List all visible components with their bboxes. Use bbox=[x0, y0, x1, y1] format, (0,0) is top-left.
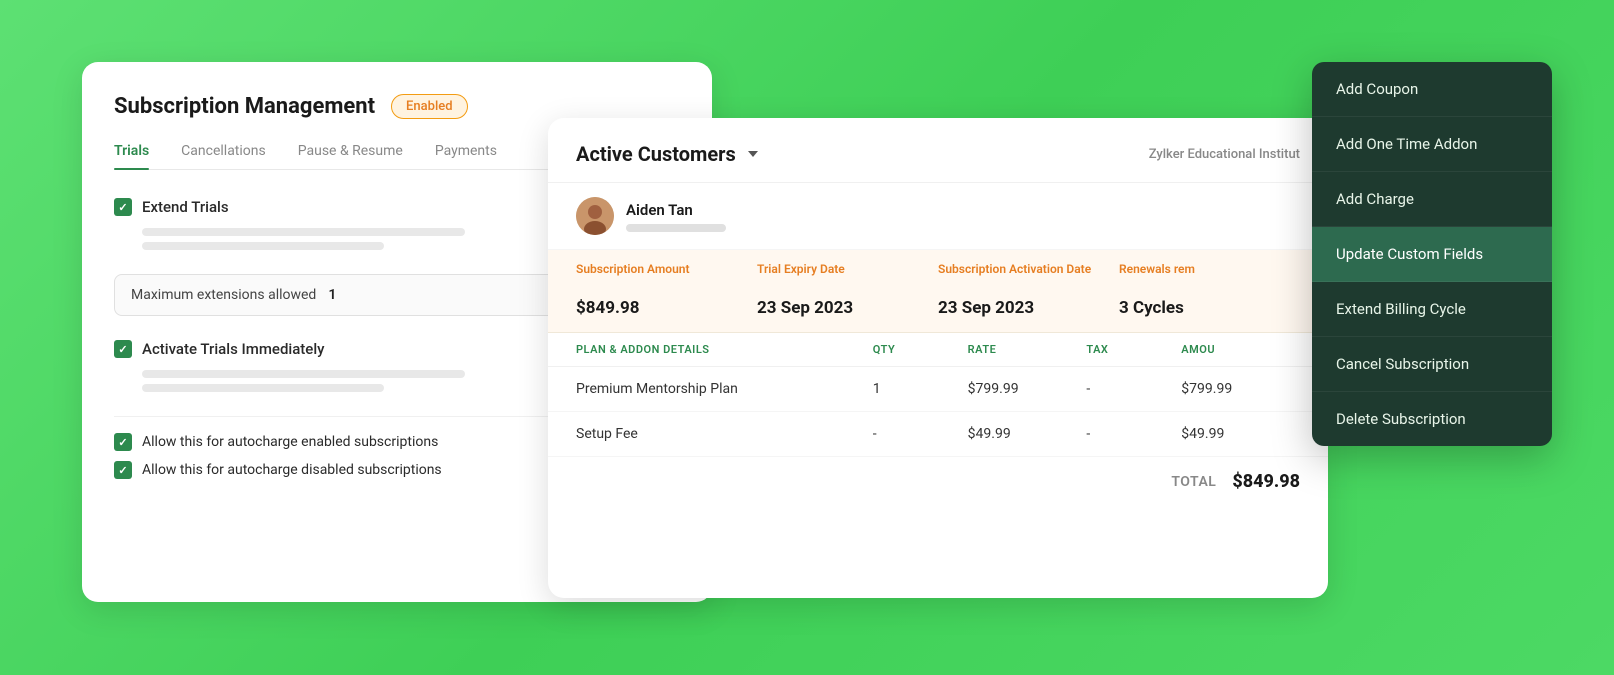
active-customers-title: Active Customers bbox=[576, 142, 758, 166]
sub-amount-value: $849.98 bbox=[576, 298, 757, 318]
plan-table-header: PLAN & ADDON DETAILS QTY RATE TAX AMOU bbox=[548, 333, 1328, 367]
sub-col-trial-expiry: Trial Expiry Date bbox=[757, 262, 938, 276]
dropdown-item-add-charge[interactable]: Add Charge bbox=[1312, 172, 1552, 227]
avatar-image bbox=[576, 197, 614, 235]
autocharge-enabled-label: Allow this for autocharge enabled subscr… bbox=[142, 434, 438, 450]
sub-col-renewals: Renewals rem bbox=[1119, 262, 1300, 276]
plan-row-1: Premium Mentorship Plan 1 $799.99 - $799… bbox=[548, 367, 1328, 412]
customer-name: Aiden Tan bbox=[626, 201, 726, 219]
tab-cancellations[interactable]: Cancellations bbox=[181, 143, 266, 169]
plan-tax-2: - bbox=[1086, 426, 1181, 442]
sub-activation-value: 23 Sep 2023 bbox=[938, 298, 1119, 318]
dropdown-item-update-custom-fields[interactable]: Update Custom Fields bbox=[1312, 227, 1552, 282]
skeleton-line-1 bbox=[142, 228, 465, 236]
plan-row-2: Setup Fee - $49.99 - $49.99 bbox=[548, 412, 1328, 457]
enabled-badge: Enabled bbox=[391, 94, 468, 119]
chevron-down-icon[interactable] bbox=[748, 151, 758, 157]
plan-qty-2: - bbox=[873, 426, 968, 442]
dropdown-item-add-coupon[interactable]: Add Coupon bbox=[1312, 62, 1552, 117]
card-title: Subscription Management bbox=[114, 94, 375, 119]
plan-rate-2: $49.99 bbox=[968, 426, 1087, 442]
sub-renewals-value: 3 Cycles bbox=[1119, 298, 1300, 318]
dropdown-item-extend-billing[interactable]: Extend Billing Cycle bbox=[1312, 282, 1552, 337]
skeleton-line-3 bbox=[142, 370, 465, 378]
skeleton-line-4 bbox=[142, 384, 384, 392]
dropdown-item-add-addon[interactable]: Add One Time Addon bbox=[1312, 117, 1552, 172]
total-label: TOTAL bbox=[1171, 474, 1216, 490]
plan-name-1: Premium Mentorship Plan bbox=[576, 381, 873, 397]
dropdown-item-cancel-subscription[interactable]: Cancel Subscription bbox=[1312, 337, 1552, 392]
total-row: TOTAL $849.98 bbox=[548, 457, 1328, 506]
plan-col-tax: TAX bbox=[1086, 343, 1181, 356]
card-header: Subscription Management Enabled bbox=[114, 94, 680, 119]
total-value: $849.98 bbox=[1232, 471, 1300, 492]
sub-trial-value: 23 Sep 2023 bbox=[757, 298, 938, 318]
dropdown-menu: Add Coupon Add One Time Addon Add Charge… bbox=[1312, 62, 1552, 446]
plan-amount-1: $799.99 bbox=[1181, 381, 1300, 397]
activate-trials-label: Activate Trials Immediately bbox=[142, 340, 325, 358]
plan-rate-1: $799.99 bbox=[968, 381, 1087, 397]
page-background: Subscription Management Enabled Trials C… bbox=[0, 0, 1614, 675]
active-customers-header: Active Customers Zylker Educational Inst… bbox=[548, 118, 1328, 183]
plan-name-2: Setup Fee bbox=[576, 426, 873, 442]
subscription-details-header: Subscription Amount Trial Expiry Date Su… bbox=[548, 250, 1328, 288]
sub-col-activation: Subscription Activation Date bbox=[938, 262, 1119, 276]
sub-col-amount: Subscription Amount bbox=[576, 262, 757, 276]
extend-trials-checkbox[interactable] bbox=[114, 198, 132, 216]
skeleton-line-2 bbox=[142, 242, 384, 250]
autocharge-disabled-label: Allow this for autocharge disabled subsc… bbox=[142, 462, 442, 478]
extend-trials-label: Extend Trials bbox=[142, 198, 229, 216]
plan-col-details: PLAN & ADDON DETAILS bbox=[576, 343, 873, 356]
customer-skeleton bbox=[626, 224, 726, 232]
plan-col-qty: QTY bbox=[873, 343, 968, 356]
autocharge-enabled-checkbox[interactable] bbox=[114, 433, 132, 451]
active-customers-card: Active Customers Zylker Educational Inst… bbox=[548, 118, 1328, 598]
subscription-details-values: $849.98 23 Sep 2023 23 Sep 2023 3 Cycles bbox=[548, 288, 1328, 333]
plan-col-amount: AMOU bbox=[1181, 343, 1300, 356]
activate-trials-checkbox[interactable] bbox=[114, 340, 132, 358]
max-extensions-label: Maximum extensions allowed bbox=[131, 287, 316, 303]
institution-name: Zylker Educational Institut bbox=[1149, 147, 1300, 162]
plan-qty-1: 1 bbox=[873, 381, 968, 397]
avatar bbox=[576, 197, 614, 235]
dropdown-item-delete-subscription[interactable]: Delete Subscription bbox=[1312, 392, 1552, 446]
customer-info: Aiden Tan bbox=[626, 201, 726, 232]
tab-trials[interactable]: Trials bbox=[114, 143, 149, 169]
tab-payments[interactable]: Payments bbox=[435, 143, 497, 169]
plan-tax-1: - bbox=[1086, 381, 1181, 397]
plan-col-rate: RATE bbox=[968, 343, 1087, 356]
max-extensions-value: 1 bbox=[328, 287, 336, 303]
customer-row: Aiden Tan bbox=[548, 183, 1328, 250]
autocharge-disabled-checkbox[interactable] bbox=[114, 461, 132, 479]
active-customers-title-text: Active Customers bbox=[576, 142, 736, 166]
tab-pause-resume[interactable]: Pause & Resume bbox=[298, 143, 403, 169]
plan-amount-2: $49.99 bbox=[1181, 426, 1300, 442]
